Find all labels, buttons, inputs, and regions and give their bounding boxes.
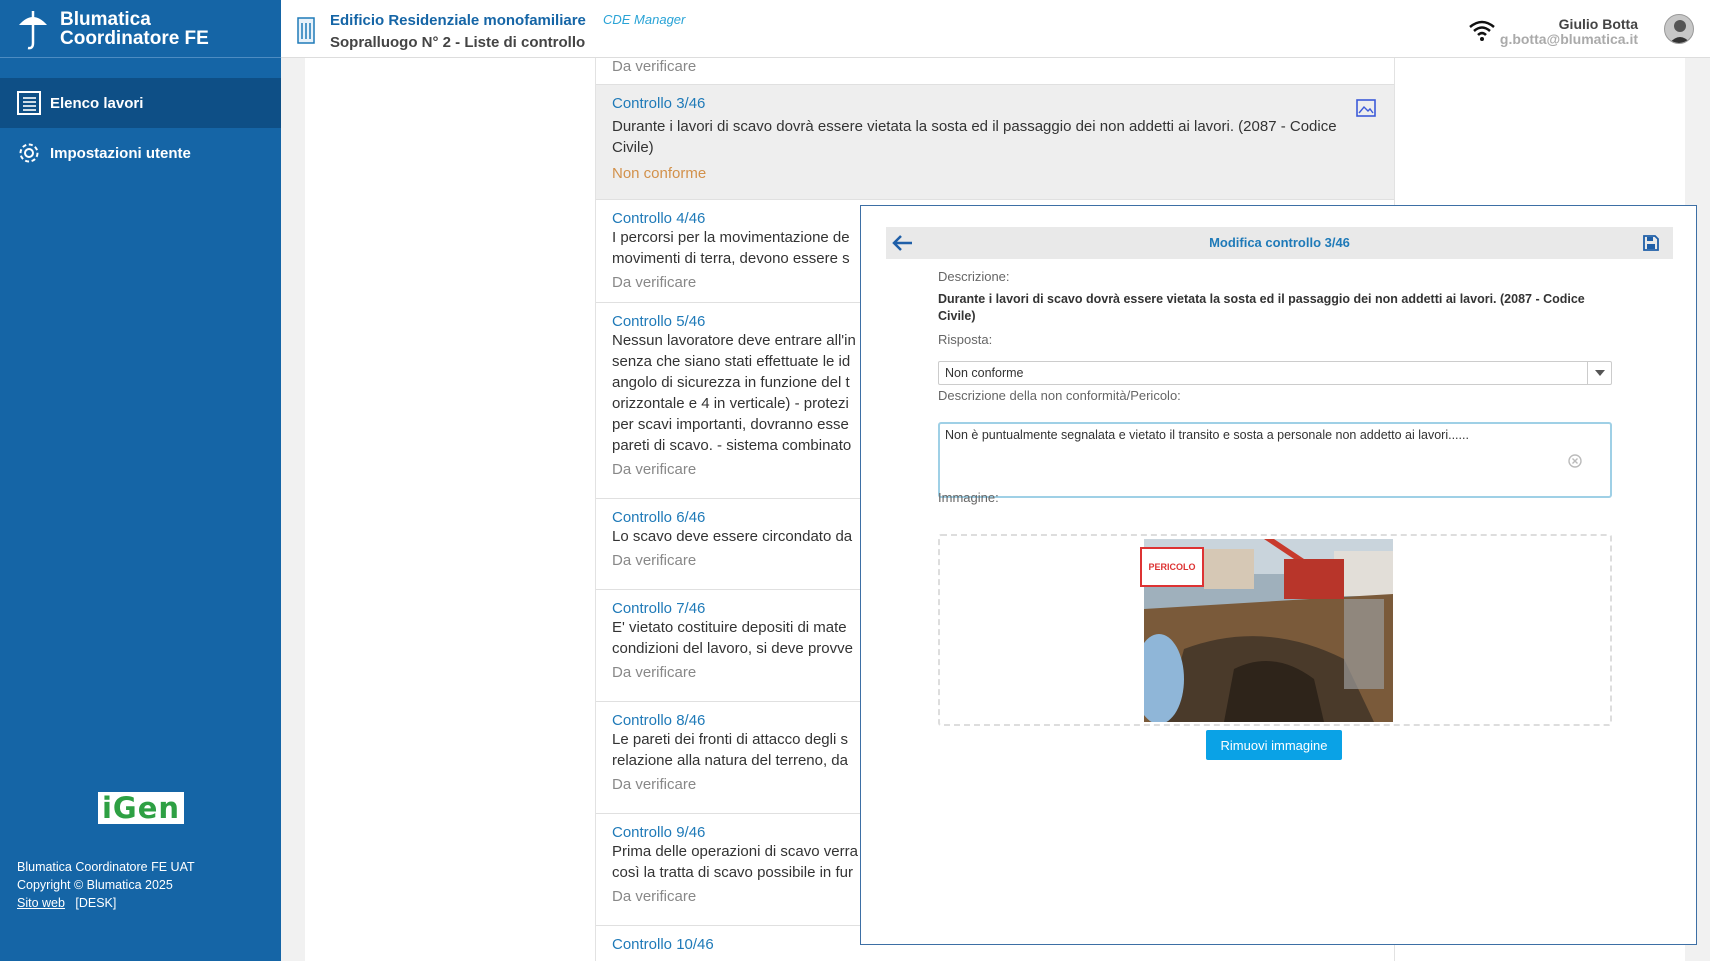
avatar[interactable]	[1664, 14, 1694, 44]
nonconformity-label: Descrizione della non conformità/Pericol…	[938, 388, 1181, 403]
list-icon	[17, 91, 41, 115]
inspection-title: Sopralluogo N° 2 - Liste di controllo	[330, 34, 586, 51]
sidebar-item-impostazioni-utente[interactable]: Impostazioni utente	[0, 128, 281, 178]
brand-line2: Coordinatore FE	[60, 27, 209, 49]
control-description-line: Civile)	[612, 139, 654, 156]
list-item[interactable]: Controllo 3/46 Durante i lavori di scavo…	[596, 85, 1394, 200]
nonconformity-text: Non è puntualmente segnalata e vietato i…	[945, 428, 1469, 442]
clear-icon[interactable]	[1568, 454, 1582, 468]
response-selected-value: Non conforme	[945, 366, 1024, 380]
footer-line1: Blumatica Coordinatore FE UAT	[17, 860, 195, 874]
edit-control-dialog: Modifica controllo 3/46 Descrizione: Dur…	[860, 205, 1697, 945]
brand-line1: Blumatica	[60, 8, 151, 30]
save-icon[interactable]	[1643, 235, 1659, 251]
sito-web-link[interactable]: Sito web	[17, 896, 65, 910]
gear-icon	[19, 143, 39, 163]
umbrella-logo-icon	[19, 10, 47, 49]
sidebar-item-elenco-lavori[interactable]: Elenco lavori	[0, 78, 281, 128]
list-item[interactable]: Da verificare	[596, 58, 1394, 85]
user-avatar-icon	[1669, 20, 1691, 43]
user-name: Giulio Botta	[1558, 16, 1638, 32]
igen-logo: iGen	[98, 791, 184, 825]
image-label: Immagine:	[938, 490, 999, 505]
brand: Blumatica Coordinatore FE	[0, 0, 281, 58]
control-status: Non conforme	[612, 165, 707, 182]
control-title: Controllo 3/46	[612, 95, 706, 112]
top-header: Edificio Residenziale monofamiliare CDE …	[281, 0, 1710, 58]
sidebar-footer: Blumatica Coordinatore FE UAT Copyright …	[17, 858, 195, 912]
dialog-title: Modifica controllo 3/46	[1209, 235, 1350, 250]
control-description-line: Durante i lavori di scavo dovrà essere v…	[612, 118, 1337, 135]
footer-tag: [DESK]	[75, 896, 117, 910]
building-icon	[297, 17, 315, 44]
sidebar-nav: Elenco lavori Impostazioni utente	[0, 78, 281, 178]
response-select[interactable]: Non conforme	[938, 361, 1612, 385]
dialog-header: Modifica controllo 3/46	[886, 227, 1673, 259]
footer-line2: Copyright © Blumatica 2025	[17, 878, 173, 892]
chevron-down-icon	[1594, 370, 1605, 376]
sidebar: Blumatica Coordinatore FE Elenco lavori …	[0, 0, 281, 961]
pericolo-sign: PERICOLO	[1140, 547, 1204, 587]
description-text: Durante i lavori di scavo dovrà essere v…	[938, 292, 1585, 323]
sidebar-item-label: Impostazioni utente	[50, 144, 191, 162]
nonconformity-textarea[interactable]: Non è puntualmente segnalata e vietato i…	[938, 422, 1612, 498]
image-icon[interactable]	[1356, 99, 1376, 117]
response-label: Risposta:	[938, 332, 993, 347]
wifi-icon	[1469, 20, 1495, 41]
user-email: g.botta@blumatica.it	[1499, 31, 1638, 47]
control-status: Da verificare	[612, 58, 697, 75]
description-label: Descrizione:	[938, 269, 1010, 284]
dropdown-button[interactable]	[1587, 362, 1611, 384]
project-title: Edificio Residenziale monofamiliare	[330, 12, 586, 29]
remove-image-button[interactable]: Rimuovi immagine	[1206, 730, 1342, 760]
project-subtitle: CDE Manager	[603, 12, 686, 27]
sidebar-item-label: Elenco lavori	[50, 94, 144, 112]
